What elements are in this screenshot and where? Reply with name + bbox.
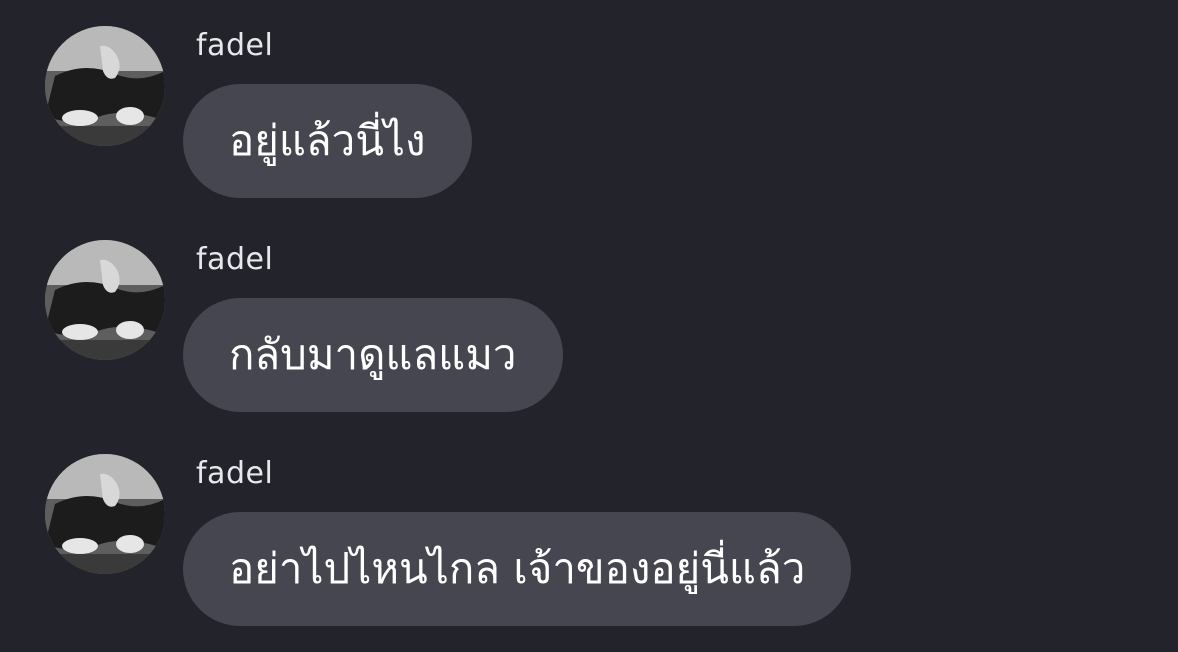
message-bubble[interactable]: อยู่แล้วนี่ไง — [183, 84, 472, 198]
message-row: fadel อย่าไปไหนไกล เจ้าของอยู่นี่แล้ว — [0, 428, 1178, 628]
chat-thread: fadel อยู่แล้วนี่ไง fadel กลับมาดูแลแมว — [0, 0, 1178, 652]
user-avatar[interactable] — [45, 454, 165, 574]
sender-name: fadel — [196, 456, 274, 491]
sender-name: fadel — [196, 242, 274, 277]
message-bubble[interactable]: กลับมาดูแลแมว — [183, 298, 563, 412]
user-avatar[interactable] — [45, 26, 165, 146]
message-row: fadel อยู่แล้วนี่ไง — [0, 0, 1178, 200]
user-avatar-icon — [45, 454, 165, 574]
user-avatar-icon — [45, 26, 165, 146]
user-avatar-icon — [45, 240, 165, 360]
message-row: fadel กลับมาดูแลแมว — [0, 214, 1178, 414]
sender-name: fadel — [196, 28, 274, 63]
message-bubble[interactable]: อย่าไปไหนไกล เจ้าของอยู่นี่แล้ว — [183, 512, 852, 626]
user-avatar[interactable] — [45, 240, 165, 360]
